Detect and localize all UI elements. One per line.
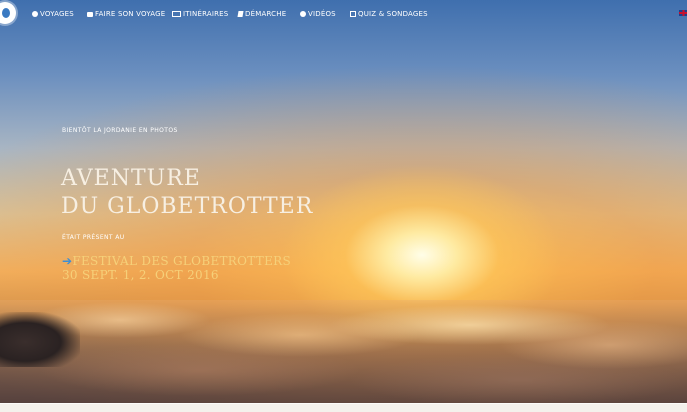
nav-item-label: ITINÉRAIRES <box>183 10 229 18</box>
sea-of-clouds <box>0 300 687 412</box>
hero-title-line2: DU GLOBETROTTER <box>61 194 314 219</box>
nav-item-label: QUIZ & SONDAGES <box>358 10 428 18</box>
uk-flag-icon[interactable] <box>679 10 687 16</box>
hero-title: AVENTURE DU GLOBETROTTER <box>61 165 313 221</box>
nav-item-label: VOYAGES <box>40 10 74 18</box>
nav-item-faire-son-voyage[interactable]: FAIRE SON VOYAGE <box>87 10 165 18</box>
nav-item-demarche[interactable]: DÉMARCHE <box>237 10 287 18</box>
nav-item-label: VIDÉOS <box>308 10 336 18</box>
map-icon <box>172 11 181 17</box>
checkbox-icon <box>350 11 356 17</box>
book-icon <box>237 11 244 17</box>
hero-title-line1: AVENTURE <box>61 166 201 191</box>
rock-silhouette <box>0 312 80 367</box>
play-icon <box>300 11 306 17</box>
globe-icon <box>32 11 38 17</box>
nav-item-voyages[interactable]: VOYAGES <box>32 10 74 18</box>
hero-caption: BIENTÔT LA JORDANIE EN PHOTOS <box>62 127 178 134</box>
nav-item-videos[interactable]: VIDÉOS <box>300 10 336 18</box>
top-navigation: VOYAGES FAIRE SON VOYAGE ITINÉRAIRES DÉM… <box>0 0 687 28</box>
site-logo[interactable] <box>0 2 16 24</box>
nav-item-quiz-sondages[interactable]: QUIZ & SONDAGES <box>350 10 428 18</box>
arrow-right-icon: ➔ <box>62 254 73 268</box>
suitcase-icon <box>87 11 93 17</box>
festival-dates: 30 SEPT. 1, 2. OCT 2016 <box>62 268 219 282</box>
nav-item-label: FAIRE SON VOYAGE <box>95 10 166 18</box>
festival-name: FESTIVAL DES GLOBETROTTERS <box>72 254 292 268</box>
nav-item-label: DÉMARCHE <box>245 10 287 18</box>
festival-link[interactable]: ➔FESTIVAL DES GLOBETROTTERS 30 SEPT. 1, … <box>62 254 291 282</box>
nav-item-itineraires[interactable]: ITINÉRAIRES <box>172 10 228 18</box>
present-at-label: ÉTAIT PRÉSENT AU <box>62 234 125 241</box>
torn-paper-edge <box>0 403 687 412</box>
